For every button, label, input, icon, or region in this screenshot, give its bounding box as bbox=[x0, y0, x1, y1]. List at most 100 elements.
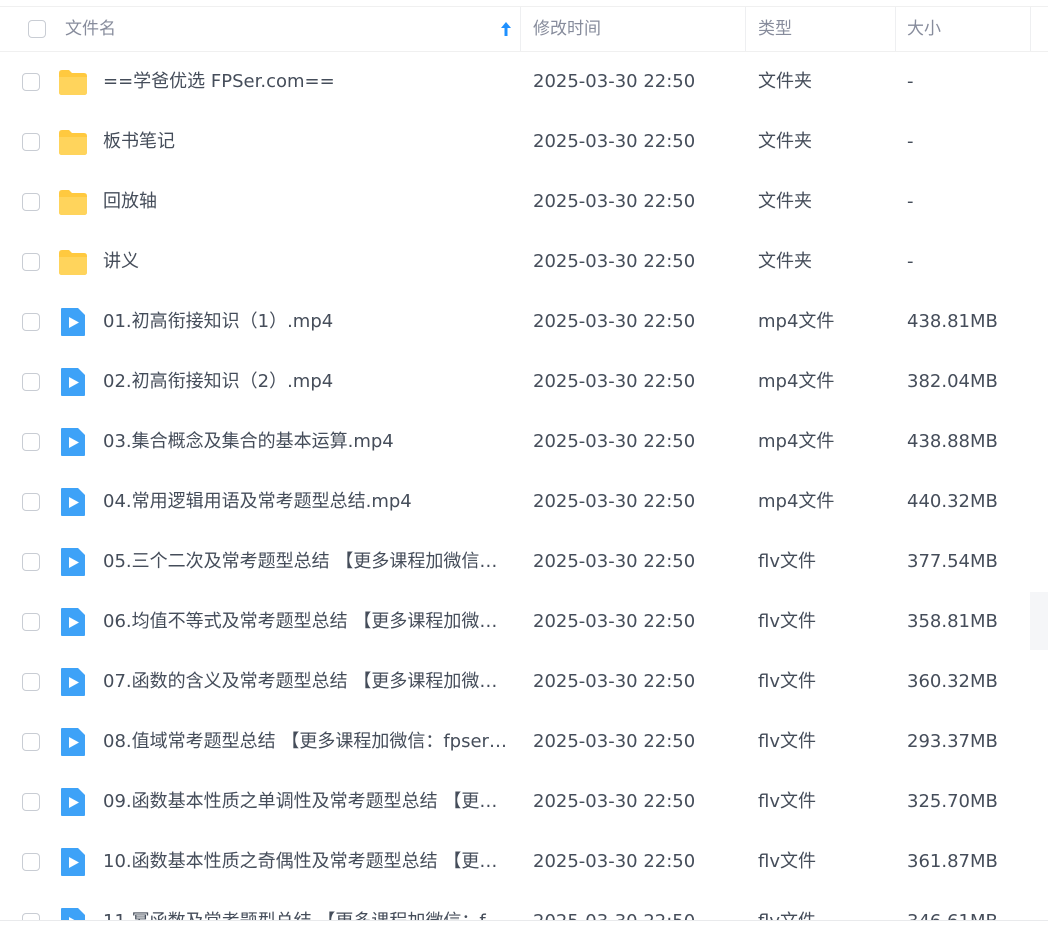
file-modified-time: 2025-03-30 22:50 bbox=[533, 311, 696, 332]
file-row[interactable]: 05.三个二次及常考题型总结 【更多课程加微信：... 2025-03-30 22… bbox=[0, 532, 1048, 592]
file-name[interactable]: 02.初高衔接知识（2）.mp4 bbox=[103, 352, 511, 412]
file-type: flv文件 bbox=[758, 671, 816, 692]
file-modified-time: 2025-03-30 22:50 bbox=[533, 892, 733, 920]
file-type: 文件夹 bbox=[758, 71, 812, 92]
video-file-icon bbox=[58, 847, 88, 877]
file-type: mp4文件 bbox=[758, 431, 835, 452]
video-file-icon bbox=[58, 667, 88, 697]
file-type: flv文件 bbox=[758, 731, 816, 752]
video-file-icon bbox=[58, 787, 88, 817]
row-checkbox[interactable] bbox=[22, 613, 40, 631]
file-row[interactable]: 板书笔记 2025-03-30 22:50 文件夹 - bbox=[0, 112, 1048, 172]
file-name[interactable]: 05.三个二次及常考题型总结 【更多课程加微信：... bbox=[103, 532, 511, 592]
file-modified-time: 2025-03-30 22:50 bbox=[533, 251, 696, 272]
file-type: 文件夹 bbox=[758, 131, 812, 152]
file-name[interactable]: 讲义 bbox=[103, 232, 511, 292]
file-type: 文件夹 bbox=[758, 191, 812, 212]
select-all-checkbox[interactable] bbox=[28, 20, 46, 38]
file-row[interactable]: 03.集合概念及集合的基本运算.mp4 2025-03-30 22:50 mp4文件… bbox=[0, 412, 1048, 472]
folder-icon bbox=[58, 67, 88, 97]
file-name[interactable]: 07.函数的含义及常考题型总结 【更多课程加微信... bbox=[103, 652, 511, 712]
file-size: 438.88MB bbox=[907, 431, 998, 452]
file-name[interactable]: 04.常用逻辑用语及常考题型总结.mp4 bbox=[103, 472, 511, 532]
row-checkbox[interactable] bbox=[22, 373, 40, 391]
row-checkbox[interactable] bbox=[22, 193, 40, 211]
row-checkbox[interactable] bbox=[22, 853, 40, 871]
file-size: 325.70MB bbox=[907, 791, 998, 812]
file-name[interactable]: 06.均值不等式及常考题型总结 【更多课程加微信... bbox=[103, 592, 511, 652]
file-row[interactable]: 回放轴 2025-03-30 22:50 文件夹 - bbox=[0, 172, 1048, 232]
video-file-icon bbox=[58, 367, 88, 397]
name-column-header[interactable]: 文件名 bbox=[65, 7, 116, 51]
folder-icon bbox=[58, 187, 88, 217]
size-column-header[interactable]: 大小 bbox=[907, 7, 941, 51]
column-divider[interactable] bbox=[520, 7, 521, 51]
file-row[interactable]: 讲义 2025-03-30 22:50 文件夹 - bbox=[0, 232, 1048, 292]
file-modified-time: 2025-03-30 22:50 bbox=[533, 491, 696, 512]
file-type: flv文件 bbox=[758, 611, 816, 632]
scrollbar-thumb[interactable] bbox=[1030, 592, 1048, 650]
row-checkbox[interactable] bbox=[22, 133, 40, 151]
file-row[interactable]: 06.均值不等式及常考题型总结 【更多课程加微信... 2025-03-30 22… bbox=[0, 592, 1048, 652]
file-size: 346.61MB bbox=[907, 892, 1017, 920]
file-modified-time: 2025-03-30 22:50 bbox=[533, 791, 696, 812]
row-checkbox[interactable] bbox=[22, 793, 40, 811]
row-checkbox[interactable] bbox=[22, 313, 40, 331]
file-row[interactable]: 07.函数的含义及常考题型总结 【更多课程加微信... 2025-03-30 22… bbox=[0, 652, 1048, 712]
file-modified-time: 2025-03-30 22:50 bbox=[533, 431, 696, 452]
type-column-header[interactable]: 类型 bbox=[758, 7, 792, 51]
file-row[interactable]: 11.幂函数及常考题型总结 【更多课程加微信：fp... 2025-03-30 2… bbox=[0, 892, 1048, 920]
file-name[interactable]: 09.函数基本性质之单调性及常考题型总结 【更多... bbox=[103, 772, 511, 832]
column-divider[interactable] bbox=[1030, 7, 1031, 51]
file-name[interactable]: 10.函数基本性质之奇偶性及常考题型总结 【更多... bbox=[103, 832, 511, 892]
sort-ascending-icon[interactable] bbox=[499, 21, 513, 37]
folder-icon bbox=[58, 127, 88, 157]
row-checkbox[interactable] bbox=[22, 913, 40, 920]
row-checkbox[interactable] bbox=[22, 433, 40, 451]
video-file-icon bbox=[58, 607, 88, 637]
file-list-page: 文件名 修改时间 类型 大小 ==学爸优选 FPSer.com== 2025-03… bbox=[0, 0, 1048, 943]
folder-icon bbox=[58, 247, 88, 277]
row-checkbox[interactable] bbox=[22, 553, 40, 571]
column-divider[interactable] bbox=[745, 7, 746, 51]
file-name[interactable]: 回放轴 bbox=[103, 172, 511, 232]
row-checkbox[interactable] bbox=[22, 73, 40, 91]
file-type: mp4文件 bbox=[758, 311, 835, 332]
row-checkbox[interactable] bbox=[22, 673, 40, 691]
time-column-header[interactable]: 修改时间 bbox=[533, 7, 601, 51]
file-size: - bbox=[907, 251, 914, 272]
file-size: 438.81MB bbox=[907, 311, 998, 332]
file-name[interactable]: 11.幂函数及常考题型总结 【更多课程加微信：fp... bbox=[103, 892, 511, 920]
file-modified-time: 2025-03-30 22:50 bbox=[533, 131, 696, 152]
file-name[interactable]: 08.值域常考题型总结 【更多课程加微信：fpser_... bbox=[103, 712, 511, 772]
file-modified-time: 2025-03-30 22:50 bbox=[533, 611, 696, 632]
file-row[interactable]: 04.常用逻辑用语及常考题型总结.mp4 2025-03-30 22:50 mp4文… bbox=[0, 472, 1048, 532]
column-divider[interactable] bbox=[895, 7, 896, 51]
file-modified-time: 2025-03-30 22:50 bbox=[533, 371, 696, 392]
row-checkbox[interactable] bbox=[22, 493, 40, 511]
file-type: flv文件 bbox=[758, 892, 888, 920]
file-size: 293.37MB bbox=[907, 731, 998, 752]
file-row[interactable]: 10.函数基本性质之奇偶性及常考题型总结 【更多... 2025-03-30 22… bbox=[0, 832, 1048, 892]
file-size: 358.81MB bbox=[907, 611, 998, 632]
file-row[interactable]: 01.初高衔接知识（1）.mp4 2025-03-30 22:50 mp4文件 438… bbox=[0, 292, 1048, 352]
file-name[interactable]: 01.初高衔接知识（1）.mp4 bbox=[103, 292, 511, 352]
file-modified-time: 2025-03-30 22:50 bbox=[533, 671, 696, 692]
file-modified-time: 2025-03-30 22:50 bbox=[533, 851, 696, 872]
file-row[interactable]: 09.函数基本性质之单调性及常考题型总结 【更多... 2025-03-30 22… bbox=[0, 772, 1048, 832]
row-checkbox[interactable] bbox=[22, 733, 40, 751]
file-row[interactable]: 08.值域常考题型总结 【更多课程加微信：fpser_... 2025-03-30… bbox=[0, 712, 1048, 772]
file-name[interactable]: 03.集合概念及集合的基本运算.mp4 bbox=[103, 412, 511, 472]
file-size: 377.54MB bbox=[907, 551, 998, 572]
video-file-icon bbox=[58, 307, 88, 337]
file-size: 361.87MB bbox=[907, 851, 998, 872]
file-name[interactable]: ==学爸优选 FPSer.com== bbox=[103, 52, 511, 112]
file-modified-time: 2025-03-30 22:50 bbox=[533, 551, 696, 572]
file-size: 382.04MB bbox=[907, 371, 998, 392]
row-checkbox[interactable] bbox=[22, 253, 40, 271]
file-row[interactable]: 02.初高衔接知识（2）.mp4 2025-03-30 22:50 mp4文件 382… bbox=[0, 352, 1048, 412]
file-row[interactable]: ==学爸优选 FPSer.com== 2025-03-30 22:50 文件夹 - bbox=[0, 52, 1048, 112]
file-name[interactable]: 板书笔记 bbox=[103, 112, 511, 172]
file-type: mp4文件 bbox=[758, 371, 835, 392]
file-type: flv文件 bbox=[758, 851, 816, 872]
